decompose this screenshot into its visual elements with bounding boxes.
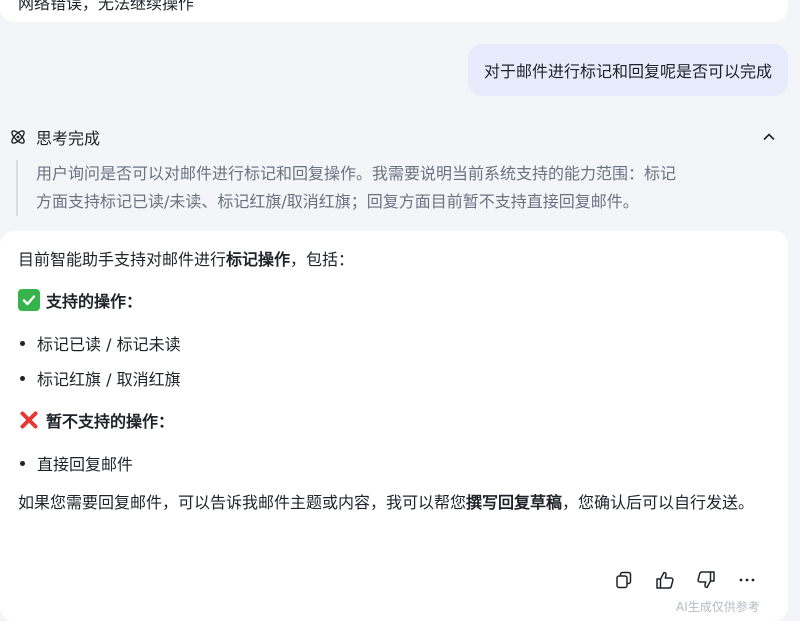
- chevron-up-icon[interactable]: [758, 126, 780, 148]
- bullet-dot: [20, 340, 25, 346]
- previous-message-text: 网络错误，无法继续操作: [18, 0, 195, 13]
- unsupported-title: 暂不支持的操作：: [46, 412, 175, 431]
- user-message-text: 对于邮件进行标记和回复呢是否可以完成: [483, 62, 772, 81]
- user-message-bubble: 对于邮件进行标记和回复呢是否可以完成: [467, 44, 788, 96]
- thinking-line: 方面支持标记已读/未读、标记红旗/取消红旗；回复方面目前暂不支持直接回复邮件。: [36, 192, 639, 211]
- message-actions: [612, 568, 776, 592]
- ai-disclaimer: AI生成仅供参考: [676, 600, 760, 614]
- list-item: 标记红旗 / 取消红旗: [18, 366, 181, 390]
- supported-title: 支持的操作：: [46, 292, 143, 311]
- thinking-title: 思考完成: [36, 129, 101, 148]
- intro-text: 目前智能助手支持对邮件进行: [18, 250, 227, 269]
- thinking-line: 用户询问是否可以对邮件进行标记和回复操作。我需要说明当前系统支持的能力范围：标记: [36, 164, 677, 183]
- unsupported-heading: 暂不支持的操作：: [18, 408, 174, 432]
- cross-mark-icon: [18, 409, 40, 431]
- closing-text-end: ，您确认后可以自行发送。: [562, 493, 755, 512]
- previous-message-bubble: 网络错误，无法继续操作: [0, 0, 788, 22]
- list-item-text: 直接回复邮件: [37, 455, 134, 474]
- check-mark-icon: [18, 289, 40, 311]
- supported-heading: 支持的操作：: [18, 288, 142, 312]
- closing-bold: 撰写回复草稿: [466, 493, 563, 512]
- brain-icon: [8, 127, 28, 147]
- list-item: 直接回复邮件: [18, 451, 133, 475]
- thinking-content: 用户询问是否可以对邮件进行标记和回复操作。我需要说明当前系统支持的能力范围：标记…: [16, 160, 768, 216]
- list-item-text: 标记已读 / 标记未读: [37, 335, 181, 354]
- copy-icon[interactable]: [612, 568, 636, 592]
- intro-text-end: ，包括：: [290, 250, 355, 269]
- answer-intro: 目前智能助手支持对邮件进行标记操作，包括：: [18, 246, 354, 270]
- intro-bold: 标记操作: [226, 250, 291, 269]
- thumbs-up-icon[interactable]: [653, 568, 677, 592]
- bullet-dot: [20, 375, 25, 381]
- closing-text: 如果您需要回复邮件，可以告诉我邮件主题或内容，我可以帮您: [18, 493, 467, 512]
- bullet-dot: [20, 460, 25, 466]
- more-icon[interactable]: [735, 568, 759, 592]
- answer-closing: 如果您需要回复邮件，可以告诉我邮件主题或内容，我可以帮您撰写回复草稿，您确认后可…: [18, 488, 770, 518]
- thinking-header[interactable]: 思考完成: [8, 124, 788, 150]
- list-item: 标记已读 / 标记未读: [18, 331, 181, 355]
- list-item-text: 标记红旗 / 取消红旗: [37, 370, 181, 389]
- thumbs-down-icon[interactable]: [694, 568, 718, 592]
